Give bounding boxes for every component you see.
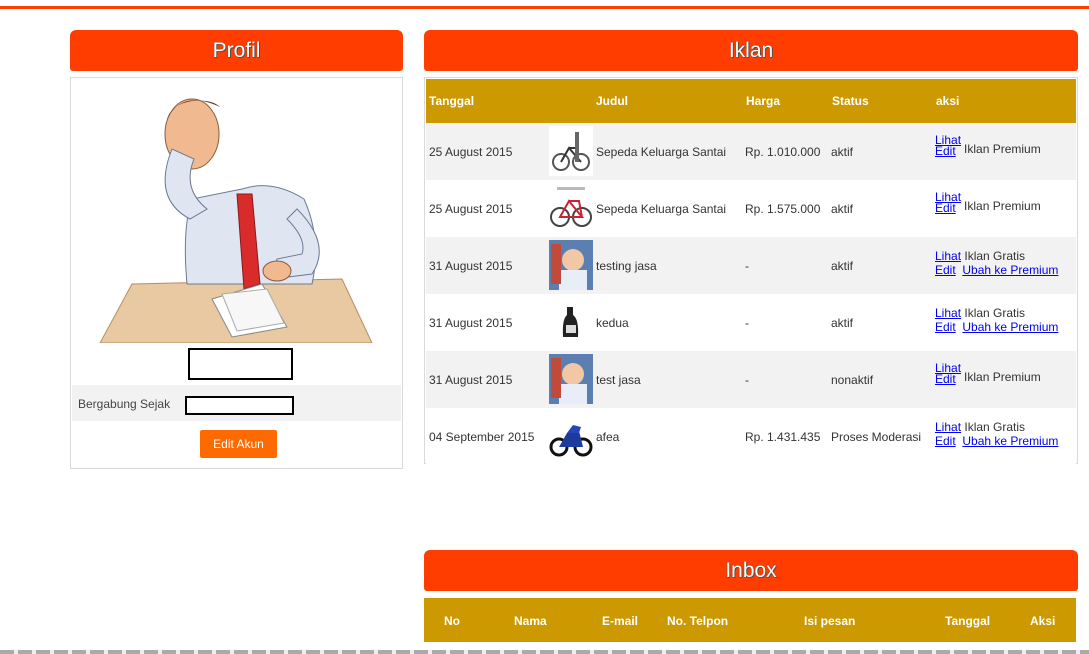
cell-tanggal: 25 August 2015 <box>429 145 513 159</box>
table-row: 04 September 2015 afea Rp. 1.431.435 Pro… <box>426 408 1076 465</box>
page-bottom-edge <box>0 650 1089 654</box>
column-header-status: Status <box>832 94 869 108</box>
cell-judul: afea <box>596 430 620 444</box>
ad-type-label: Iklan Premium <box>964 199 1041 213</box>
cell-status: aktif <box>831 145 854 159</box>
cell-tanggal: 04 September 2015 <box>429 430 535 444</box>
cell-tanggal: 31 August 2015 <box>429 373 513 387</box>
edit-link[interactable]: Edit <box>935 202 961 214</box>
edit-account-button[interactable]: Edit Akun <box>200 430 277 458</box>
column-header-aksi: aksi <box>936 94 960 108</box>
iklan-header: Iklan <box>424 30 1078 71</box>
cell-judul: Sepeda Keluarga Santai <box>596 145 727 159</box>
iklan-table-header: Tanggal Judul Harga Status aksi <box>426 79 1076 123</box>
table-row: 31 August 2015 testing jasa - aktif Liha… <box>426 237 1076 294</box>
cell-aksi: Lihat Edit Iklan Premium <box>935 134 1077 157</box>
child-photo-icon[interactable] <box>549 354 593 404</box>
bike-rack-icon[interactable] <box>549 126 593 176</box>
edit-link[interactable]: Edit <box>935 145 961 157</box>
ad-type-label: Iklan Gratis <box>964 306 1026 320</box>
cell-judul: test jasa <box>596 373 641 387</box>
lihat-link[interactable]: Lihat <box>935 306 961 320</box>
cell-status: aktif <box>831 259 854 273</box>
column-header-harga: Harga <box>746 94 781 108</box>
column-header-nama: Nama <box>514 614 547 628</box>
cell-aksi: Lihat Edit Iklan Premium <box>935 362 1077 385</box>
cell-harga: - <box>745 373 749 387</box>
iklan-table: Tanggal Judul Harga Status aksi 25 Augus… <box>424 77 1078 465</box>
cell-harga: Rp. 1.431.435 <box>745 430 821 444</box>
table-row: 31 August 2015 kedua - aktif Lihat Iklan… <box>426 294 1076 351</box>
column-header-telpon: No. Telpon <box>667 614 729 628</box>
column-header-aksi: Aksi <box>1030 614 1056 628</box>
ad-type-label: Iklan Premium <box>964 370 1041 384</box>
column-header-judul: Judul <box>596 94 628 108</box>
upgrade-premium-link[interactable]: Ubah ke Premium <box>962 434 1058 448</box>
join-date-value-box <box>185 396 294 415</box>
cell-harga: - <box>745 316 749 330</box>
inbox-table-header: No Nama E-mail No. Telpon Isi pesan Tang… <box>424 598 1076 642</box>
table-row: 25 August 2015 Sepeda Keluarga Santai Rp… <box>426 180 1076 237</box>
cell-harga: Rp. 1.575.000 <box>745 202 821 216</box>
column-header-email: E-mail <box>602 614 639 628</box>
cell-status: Proses Moderasi <box>831 430 922 444</box>
lihat-link[interactable]: Lihat <box>935 249 961 263</box>
cell-aksi: Lihat Edit Iklan Premium <box>935 191 1077 214</box>
cell-tanggal: 31 August 2015 <box>429 316 513 330</box>
avatar <box>72 79 401 343</box>
inbox-header: Inbox <box>424 550 1078 591</box>
edit-link[interactable]: Edit <box>935 434 956 448</box>
cell-judul: Sepeda Keluarga Santai <box>596 202 727 216</box>
column-header-tanggal: Tanggal <box>945 614 991 628</box>
cell-judul: kedua <box>596 316 629 330</box>
ad-type-label: Iklan Gratis <box>964 249 1026 263</box>
cell-status: nonaktif <box>831 373 874 387</box>
lihat-link[interactable]: Lihat <box>935 420 961 434</box>
profil-card: Bergabung Sejak Edit Akun <box>70 77 403 469</box>
bottle-icon[interactable] <box>549 297 593 347</box>
cell-aksi: Lihat Iklan Gratis Edit Ubah ke Premium <box>935 249 1077 277</box>
column-header-no: No <box>444 614 460 628</box>
edit-link[interactable]: Edit <box>935 263 956 277</box>
top-accent-rule <box>0 6 1089 9</box>
ad-type-label: Iklan Gratis <box>964 420 1026 434</box>
cell-aksi: Lihat Iklan Gratis Edit Ubah ke Premium <box>935 420 1077 448</box>
join-date-row: Bergabung Sejak <box>72 385 401 421</box>
edit-link[interactable]: Edit <box>935 320 956 334</box>
cell-harga: Rp. 1.010.000 <box>745 145 821 159</box>
edit-link[interactable]: Edit <box>935 373 961 385</box>
column-header-isi-pesan: Isi pesan <box>804 614 856 628</box>
upgrade-premium-link[interactable]: Ubah ke Premium <box>962 320 1058 334</box>
cell-judul: testing jasa <box>596 259 657 273</box>
column-header-tanggal: Tanggal <box>429 94 475 108</box>
cell-harga: - <box>745 259 749 273</box>
ad-type-label: Iklan Premium <box>964 142 1041 156</box>
table-row: 31 August 2015 test jasa - nonaktif Liha… <box>426 351 1076 408</box>
username-box <box>188 348 293 380</box>
upgrade-premium-link[interactable]: Ubah ke Premium <box>962 263 1058 277</box>
cell-status: aktif <box>831 316 854 330</box>
cell-aksi: Lihat Iklan Gratis Edit Ubah ke Premium <box>935 306 1077 334</box>
bicycle-icon[interactable] <box>549 183 593 233</box>
cell-tanggal: 25 August 2015 <box>429 202 513 216</box>
table-row: 25 August 2015 Sepeda Keluarga Santai Rp… <box>426 123 1076 180</box>
tired-man-illustration <box>72 79 401 343</box>
cell-status: aktif <box>831 202 854 216</box>
cell-tanggal: 31 August 2015 <box>429 259 513 273</box>
join-date-label: Bergabung Sejak <box>78 397 171 411</box>
profil-header: Profil <box>70 30 403 71</box>
child-photo-icon[interactable] <box>549 240 593 290</box>
motorcycle-icon[interactable] <box>549 411 593 461</box>
